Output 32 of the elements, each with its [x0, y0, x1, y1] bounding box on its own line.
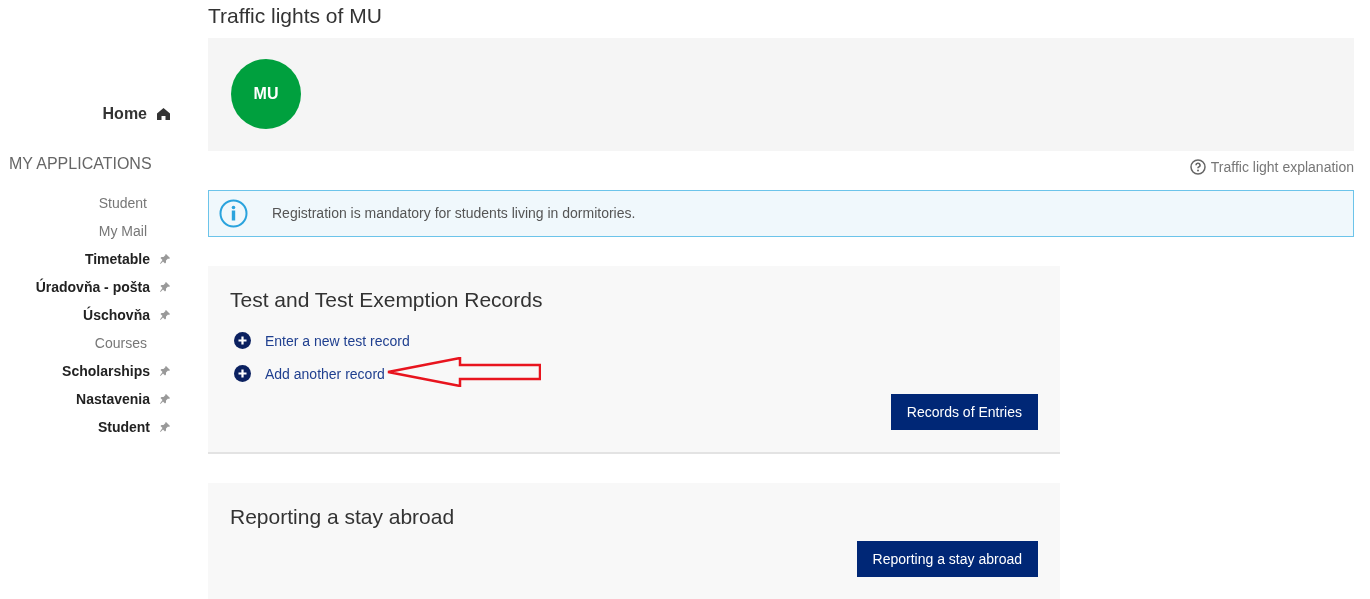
plus-icon [234, 332, 251, 349]
sidebar-item[interactable]: Scholarships [62, 357, 170, 385]
sidebar-item[interactable]: Úschovňa [83, 301, 170, 329]
page-title: Traffic lights of MU [208, 4, 383, 28]
add-link[interactable]: Add another record [265, 365, 385, 382]
info-icon [219, 198, 248, 228]
card-title: Test and Test Exemption Records [230, 288, 544, 312]
sidebar-item[interactable]: My Mail [98, 217, 147, 245]
sidebar-item[interactable]: Student [97, 413, 170, 441]
sidebar-item[interactable]: Student [98, 189, 147, 217]
sidebar-item[interactable]: Courses [94, 329, 147, 357]
pin-icon [160, 394, 170, 404]
sidebar-item[interactable]: Úradovňa - pošta [35, 273, 170, 301]
add-link[interactable]: Enter a new test record [265, 332, 410, 349]
pin-icon [160, 310, 170, 320]
notice-text: Registration is mandatory for students living in dormitories. [272, 205, 636, 222]
sidebar-item[interactable]: Nastavenia [76, 385, 170, 413]
pin-icon [160, 422, 170, 432]
section-heading: MY APPLICATIONS [9, 155, 152, 173]
pin-icon [160, 282, 170, 292]
action-button[interactable]: Records of Entries [890, 394, 1038, 430]
action-button[interactable]: Reporting a stay abroad [856, 541, 1038, 577]
pin-icon [160, 366, 170, 376]
sidebar-item[interactable]: Timetable [84, 245, 170, 273]
help-icon [1189, 158, 1206, 175]
card-title: Reporting a stay abroad [230, 505, 456, 529]
explanation-link[interactable]: Traffic light explanation [1189, 158, 1354, 175]
plus-icon [234, 365, 251, 382]
avatar-badge: MU [231, 59, 301, 130]
pin-icon [160, 254, 170, 264]
home-icon [157, 108, 170, 120]
home-link[interactable]: Home [102, 105, 170, 123]
